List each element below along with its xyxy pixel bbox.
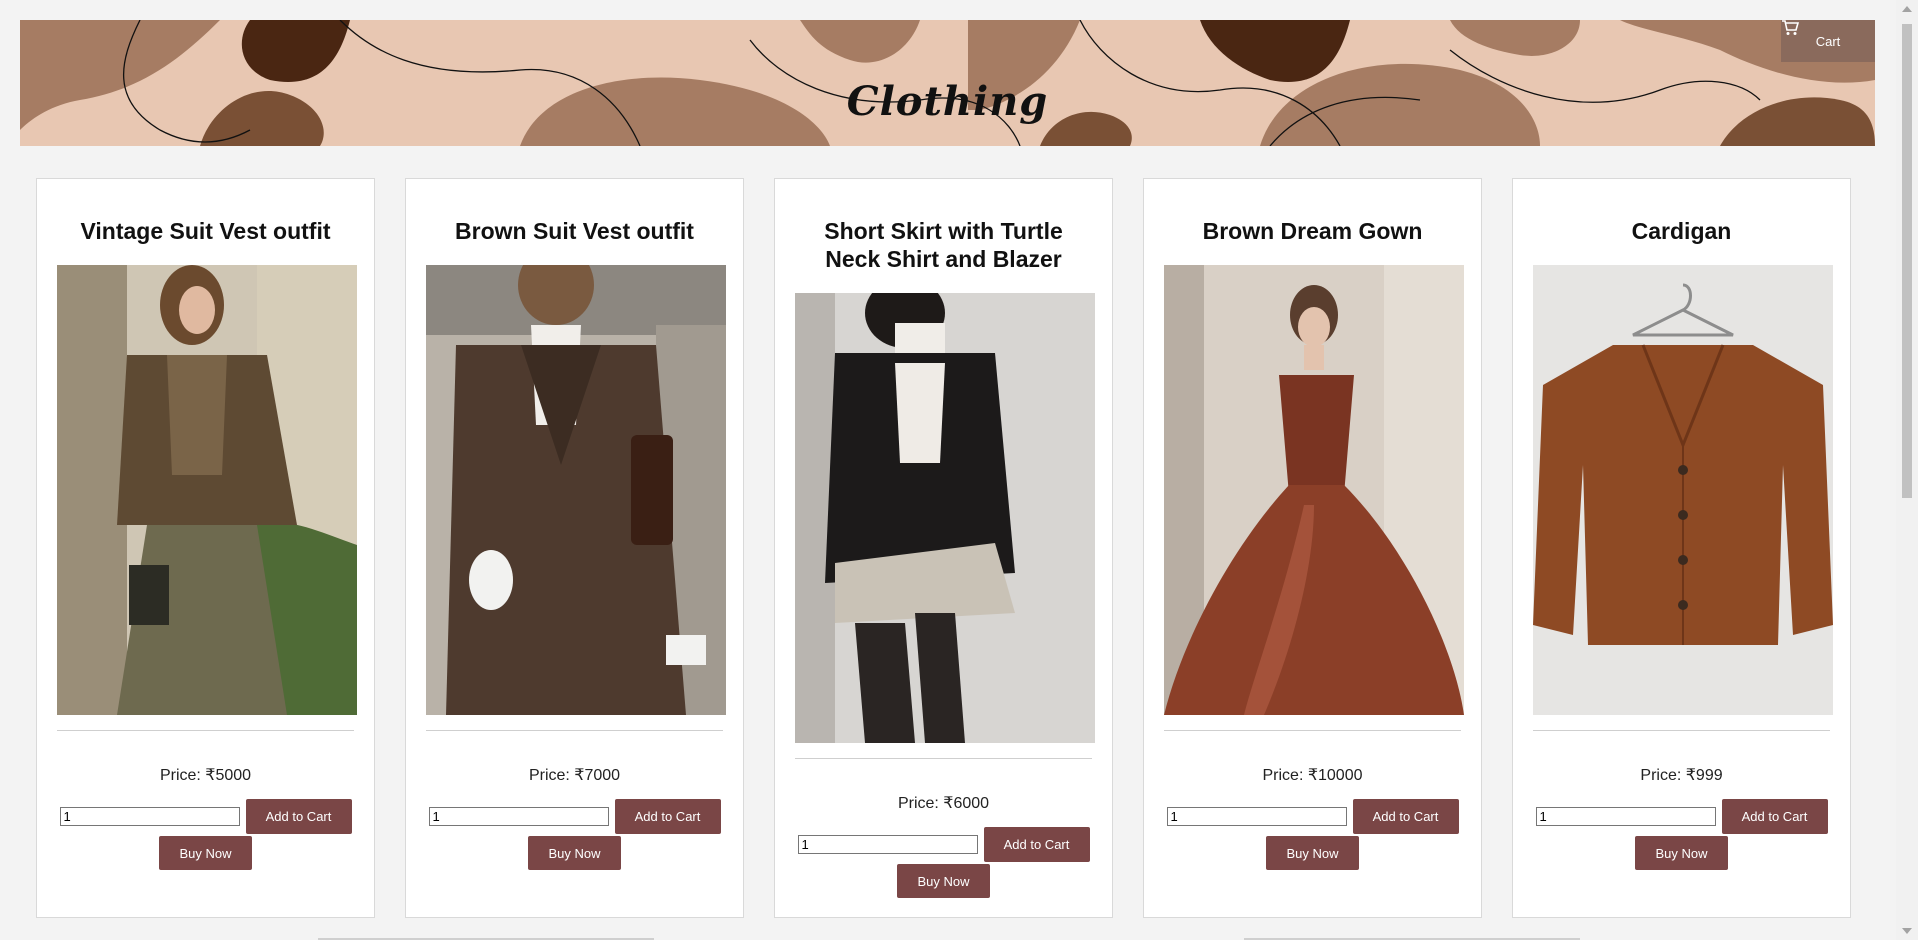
scroll-up-icon[interactable]	[1902, 6, 1912, 12]
product-card: Cardigan Price: ₹999 Add to Cart Buy Now	[1512, 178, 1851, 918]
cart-button[interactable]: Cart	[1781, 20, 1875, 62]
product-card: Brown Suit Vest outfit Price: ₹7000 Add …	[405, 178, 744, 918]
add-to-cart-button[interactable]: Add to Cart	[1721, 799, 1828, 834]
product-title: Brown Suit Vest outfit	[455, 218, 694, 244]
product-card: Vintage Suit Vest outfit Price: ₹5000 Ad…	[36, 178, 375, 918]
cart-icon	[1782, 20, 1799, 35]
divider	[426, 730, 723, 731]
buy-now-button[interactable]: Buy Now	[528, 836, 621, 870]
buy-now-button[interactable]: Buy Now	[159, 836, 252, 870]
divider	[1164, 730, 1461, 731]
add-to-cart-button[interactable]: Add to Cart	[983, 827, 1090, 862]
product-price: Price: ₹5000	[159, 767, 252, 784]
product-image[interactable]	[426, 265, 726, 715]
product-image[interactable]	[57, 265, 357, 715]
page-scrollbar[interactable]	[1896, 0, 1918, 940]
product-title: Vintage Suit Vest outfit	[80, 218, 331, 244]
product-card: Brown Dream Gown Price: ₹10000 Add to Ca…	[1143, 178, 1482, 918]
divider	[795, 758, 1092, 759]
product-image[interactable]	[795, 293, 1095, 743]
product-price: Price: ₹7000	[528, 767, 621, 784]
cart-label: Cart	[1815, 33, 1841, 49]
purchase-controls: Add to Cart	[57, 799, 354, 834]
divider	[57, 730, 354, 731]
product-price: Price: ₹6000	[897, 795, 990, 812]
quantity-input[interactable]	[1535, 807, 1716, 826]
add-to-cart-button[interactable]: Add to Cart	[245, 799, 352, 834]
buy-now-button[interactable]: Buy Now	[1266, 836, 1359, 870]
quantity-input[interactable]	[797, 835, 978, 854]
product-list: Vintage Suit Vest outfit Price: ₹5000 Ad…	[36, 178, 1851, 918]
header-banner: Clothing Cart	[20, 20, 1875, 146]
product-image[interactable]	[1533, 265, 1833, 715]
product-title: Cardigan	[1631, 218, 1732, 244]
product-card: Short Skirt with Turtle Neck Shirt and B…	[774, 178, 1113, 918]
quantity-input[interactable]	[428, 807, 609, 826]
purchase-controls: Add to Cart	[795, 827, 1092, 862]
quantity-input[interactable]	[1166, 807, 1347, 826]
purchase-controls: Add to Cart	[1164, 799, 1461, 834]
product-title: Brown Dream Gown	[1202, 218, 1423, 244]
product-image[interactable]	[1164, 265, 1464, 715]
page: Clothing Cart Vintage Suit Vest outfit P…	[0, 0, 1896, 940]
scroll-down-icon[interactable]	[1902, 928, 1912, 934]
scrollbar-thumb[interactable]	[1902, 24, 1912, 498]
product-price: Price: ₹999	[1640, 767, 1723, 784]
divider	[1533, 730, 1830, 731]
quantity-input[interactable]	[59, 807, 240, 826]
purchase-controls: Add to Cart	[426, 799, 723, 834]
product-price: Price: ₹10000	[1262, 767, 1363, 784]
site-title: Clothing	[846, 78, 1049, 125]
add-to-cart-button[interactable]: Add to Cart	[1352, 799, 1459, 834]
purchase-controls: Add to Cart	[1533, 799, 1830, 834]
product-title: Short Skirt with Turtle Neck Shirt and B…	[824, 218, 1063, 272]
buy-now-button[interactable]: Buy Now	[897, 864, 990, 898]
add-to-cart-button[interactable]: Add to Cart	[614, 799, 721, 834]
buy-now-button[interactable]: Buy Now	[1635, 836, 1728, 870]
